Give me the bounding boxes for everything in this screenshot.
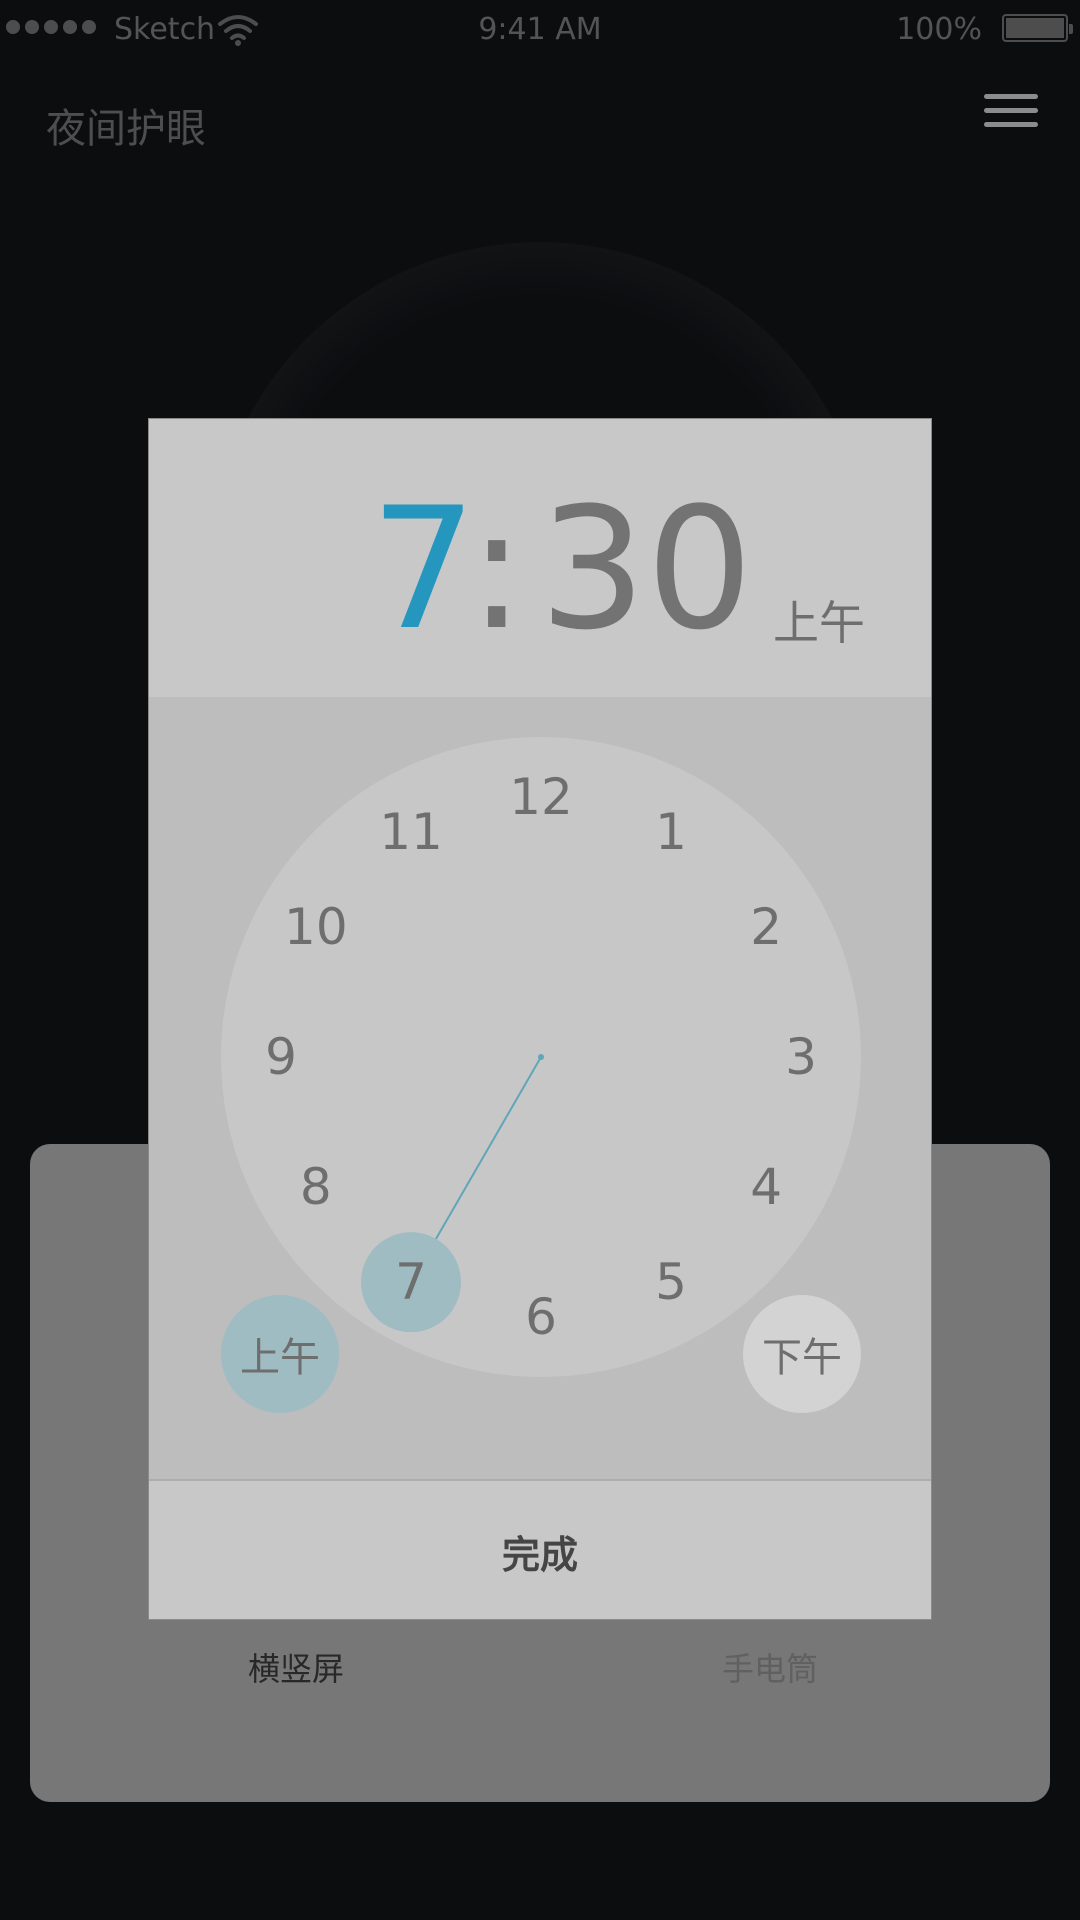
clock-number-4[interactable]: 4 bbox=[750, 1158, 782, 1216]
dialog-footer: 完成 bbox=[149, 1479, 931, 1619]
clock-dial: 121234567891011 bbox=[265, 768, 817, 1346]
time-picker-dialog: 7 : 30 上午 12 1 2 3 4 5 6 7 8 9 10 11 上午 下午 完成 bbox=[148, 418, 932, 1620]
clock-number-12[interactable]: 12 bbox=[509, 768, 573, 826]
pm-button[interactable]: 下午 bbox=[743, 1295, 861, 1413]
clock-number-11[interactable]: 11 bbox=[379, 803, 443, 861]
clock-number-6[interactable]: 6 bbox=[525, 1288, 557, 1346]
time-picker-header: 7 : 30 上午 bbox=[149, 419, 931, 697]
done-button[interactable]: 完成 bbox=[149, 1481, 931, 1619]
clock-number-3[interactable]: 3 bbox=[785, 1028, 817, 1086]
clock-number-10[interactable]: 10 bbox=[284, 898, 348, 956]
hour-display[interactable]: 7 bbox=[370, 479, 477, 659]
clock-center bbox=[538, 1054, 544, 1060]
period-display: 上午 bbox=[773, 596, 865, 650]
am-button[interactable]: 上午 bbox=[221, 1295, 339, 1413]
clock-area: 12 1 2 3 4 5 6 7 8 9 10 11 上午 下午 bbox=[149, 697, 931, 1479]
time-separator: : bbox=[468, 471, 525, 667]
clock-face[interactable]: 12 1 2 3 4 5 6 7 8 9 10 11 bbox=[221, 737, 861, 1377]
clock-number-8[interactable]: 8 bbox=[300, 1158, 332, 1216]
screen: Sketch 9:41 AM 100% 夜间护眼 横竖屏 手电筒 7 : 30 … bbox=[0, 0, 1080, 1920]
clock-number-9[interactable]: 9 bbox=[265, 1028, 297, 1086]
clock-number-1[interactable]: 1 bbox=[655, 803, 687, 861]
clock-number-5[interactable]: 5 bbox=[655, 1253, 687, 1311]
clock-number-2[interactable]: 2 bbox=[750, 898, 782, 956]
minute-display[interactable]: 30 bbox=[539, 479, 753, 659]
clock-number-7[interactable]: 7 bbox=[395, 1253, 427, 1311]
